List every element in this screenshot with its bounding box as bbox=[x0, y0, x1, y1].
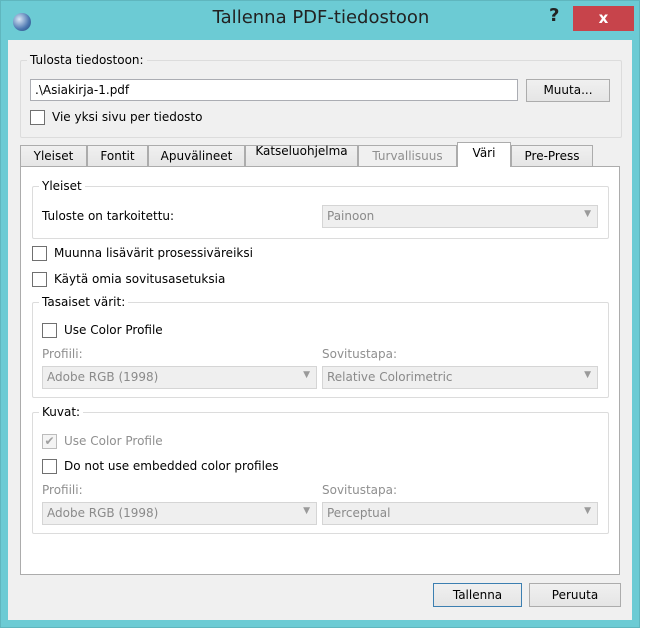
images-intent-label: Sovitustapa: bbox=[322, 483, 398, 497]
images-profile-select: Adobe RGB (1998) ▼ bbox=[42, 502, 317, 525]
change-button[interactable]: Muuta... bbox=[526, 79, 610, 102]
intended-value: Painoon bbox=[327, 209, 375, 223]
chevron-down-icon: ▼ bbox=[584, 209, 591, 219]
images-profile-value: Adobe RGB (1998) bbox=[47, 506, 159, 520]
save-button[interactable]: Tallenna bbox=[433, 583, 522, 607]
tab-apuvalineet[interactable]: Apuvälineet bbox=[148, 145, 245, 167]
solid-profile-select: Adobe RGB (1998) ▼ bbox=[42, 366, 317, 389]
color-tab-panel: Yleiset Tuloste on tarkoitettu: Painoon ▼… bbox=[20, 166, 620, 575]
custom-settings-label: Käytä omia sovitusasetuksia bbox=[54, 272, 226, 286]
no-embedded-checkbox[interactable] bbox=[42, 459, 57, 474]
file-path-input[interactable]: .\Asiakirja-1.pdf bbox=[30, 79, 518, 101]
one-page-label: Vie yksi sivu per tiedosto bbox=[52, 110, 203, 124]
intended-select: Painoon ▼ bbox=[322, 205, 598, 228]
window-title: Tallenna PDF-tiedostoon bbox=[212, 7, 430, 28]
solid-intent-value: Relative Colorimetric bbox=[327, 370, 453, 384]
solid-group-label: Tasaiset värit: bbox=[39, 295, 129, 309]
convert-spot-label: Muunna lisävärit prosessiväreiksi bbox=[54, 246, 253, 260]
chevron-down-icon: ▼ bbox=[303, 370, 310, 380]
solid-intent-label: Sovitustapa: bbox=[322, 347, 398, 361]
help-button[interactable]: ? bbox=[549, 5, 559, 26]
images-group-label: Kuvat: bbox=[39, 405, 84, 419]
chevron-down-icon: ▼ bbox=[584, 370, 591, 380]
convert-spot-checkbox[interactable] bbox=[32, 246, 47, 261]
images-use-profile-checkbox: ✔ bbox=[42, 434, 57, 449]
solid-profile-value: Adobe RGB (1998) bbox=[47, 370, 159, 384]
output-group-label: Tulosta tiedostoon: bbox=[27, 53, 147, 67]
tab-katseluohjelma[interactable]: Katseluohjelma bbox=[245, 145, 358, 167]
no-embedded-label: Do not use embedded color profiles bbox=[64, 459, 279, 473]
tab-vari[interactable]: Väri bbox=[457, 142, 511, 167]
chevron-down-icon: ▼ bbox=[584, 506, 591, 516]
general-group-label: Yleiset bbox=[39, 179, 85, 193]
images-intent-value: Perceptual bbox=[327, 506, 391, 520]
close-button[interactable]: x bbox=[573, 6, 634, 31]
cancel-button[interactable]: Peruuta bbox=[529, 583, 621, 607]
solid-use-profile-label: Use Color Profile bbox=[64, 323, 163, 337]
solid-profile-label: Profiili: bbox=[42, 347, 83, 361]
custom-settings-checkbox[interactable] bbox=[32, 272, 47, 287]
images-intent-select: Perceptual ▼ bbox=[322, 502, 598, 525]
images-profile-label: Profiili: bbox=[42, 483, 83, 497]
tab-yleiset[interactable]: Yleiset bbox=[20, 145, 87, 167]
solid-intent-select: Relative Colorimetric ▼ bbox=[322, 366, 598, 389]
chevron-down-icon: ▼ bbox=[303, 506, 310, 516]
intended-label: Tuloste on tarkoitettu: bbox=[42, 209, 175, 223]
check-icon: ✔ bbox=[44, 434, 55, 448]
images-use-profile-label: Use Color Profile bbox=[64, 434, 163, 448]
tab-pre-press[interactable]: Pre-Press bbox=[511, 145, 593, 167]
tab-turvallisuus: Turvallisuus bbox=[358, 145, 457, 167]
one-page-checkbox[interactable] bbox=[30, 110, 45, 125]
tab-fontit[interactable]: Fontit bbox=[87, 145, 148, 167]
solid-use-profile-checkbox[interactable] bbox=[42, 323, 57, 338]
